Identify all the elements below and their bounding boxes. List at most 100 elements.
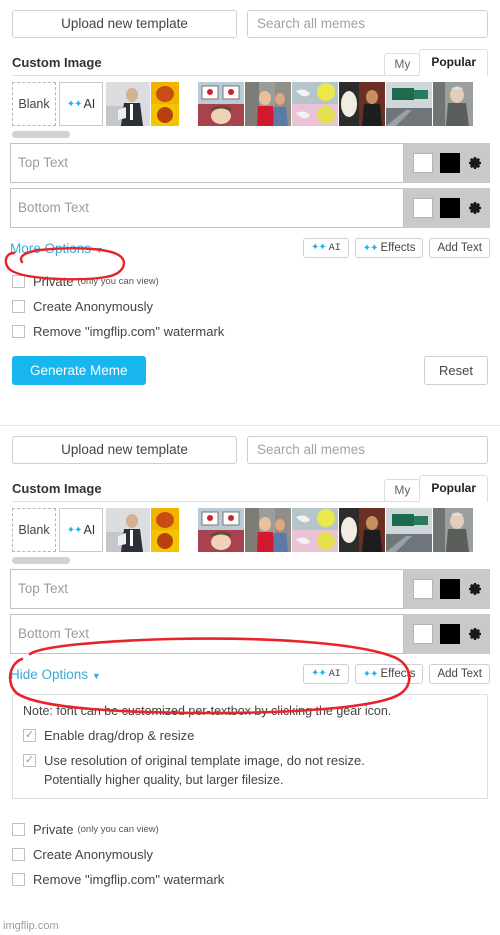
thumbnail-template[interactable]	[198, 82, 244, 126]
checkbox-private[interactable]: Private (only you can view)	[12, 269, 488, 294]
top-text-row: Top Text	[10, 569, 490, 609]
text-outline-color-swatch[interactable]	[440, 153, 460, 173]
gear-icon[interactable]	[467, 155, 483, 171]
checkbox-box[interactable]	[12, 300, 25, 313]
thumbnail-template[interactable]	[339, 508, 385, 552]
page-title: Custom Image	[12, 55, 102, 70]
bottom-text-input[interactable]: Bottom Text	[10, 188, 404, 228]
text-outline-color-swatch[interactable]	[440, 198, 460, 218]
page-title: Custom Image	[12, 481, 102, 496]
top-text-controls	[404, 153, 490, 173]
thumbnail-template[interactable]	[292, 82, 338, 126]
ai-button[interactable]: ✦✦ AI	[302, 238, 349, 258]
checkbox-use-original-resolution[interactable]: ✓ Use resolution of original template im…	[23, 748, 477, 773]
thumbnail-template[interactable]	[151, 508, 179, 552]
toolbar-top: Upload new template Search all memes	[0, 0, 500, 44]
thumbnail-ai-label: AI	[83, 97, 96, 111]
generate-meme-button[interactable]: Generate Meme	[12, 356, 146, 385]
thumbnail-template[interactable]	[433, 82, 473, 126]
hide-options-toggle[interactable]: Hide Options ▼	[10, 667, 101, 682]
thumbnail-scrollbar[interactable]	[12, 131, 488, 138]
thumbnail-blank-label: Blank	[18, 523, 50, 537]
text-tool-buttons: ✦✦ AI ✦✦ Effects Add Text	[302, 238, 490, 258]
template-source-tabs: My Popular	[384, 475, 488, 502]
gear-icon[interactable]	[467, 200, 483, 216]
hide-options-label: Hide Options	[10, 666, 89, 682]
thumbnail-template[interactable]	[292, 508, 338, 552]
upload-new-template-button[interactable]: Upload new template	[12, 436, 237, 464]
sparkle-icon: ✦✦	[310, 243, 327, 254]
search-memes-input[interactable]: Search all memes	[247, 436, 488, 464]
add-text-button[interactable]: Add Text	[429, 664, 490, 684]
checkbox-create-anonymously[interactable]: Create Anonymously	[12, 842, 488, 867]
effects-button[interactable]: ✦✦ Effects	[354, 238, 424, 258]
checkbox-use-original-resolution-sublabel: Potentially higher quality, but larger f…	[44, 773, 284, 787]
text-outline-color-swatch[interactable]	[440, 624, 460, 644]
checkbox-box[interactable]: ✓	[23, 729, 36, 742]
thumbnail-template[interactable]	[339, 82, 385, 126]
thumbnail-blank[interactable]: Blank	[12, 82, 56, 126]
text-fill-color-swatch[interactable]	[413, 153, 433, 173]
add-text-button[interactable]: Add Text	[429, 238, 490, 258]
reset-button[interactable]: Reset	[424, 356, 488, 385]
thumbnail-ai[interactable]: ✦✦ AI	[59, 82, 103, 126]
effects-button[interactable]: ✦✦ Effects	[354, 664, 424, 684]
gear-icon[interactable]	[467, 581, 483, 597]
checkbox-box[interactable]	[12, 873, 25, 886]
checkbox-box[interactable]: ✓	[23, 754, 36, 767]
top-text-input[interactable]: Top Text	[10, 143, 404, 183]
checkbox-enable-drag-drop[interactable]: ✓ Enable drag/drop & resize	[23, 723, 477, 748]
thumbnail-ai[interactable]: ✦✦ AI	[59, 508, 103, 552]
text-fill-color-swatch[interactable]	[413, 624, 433, 644]
top-text-row: Top Text	[10, 143, 490, 183]
thumbnail-template[interactable]	[245, 508, 291, 552]
tab-popular[interactable]: Popular	[419, 475, 488, 502]
checkbox-box[interactable]	[12, 275, 25, 288]
checkbox-create-anonymously[interactable]: Create Anonymously	[12, 294, 488, 319]
checkbox-box[interactable]	[12, 848, 25, 861]
ai-button-label: AI	[328, 668, 341, 680]
checkbox-remove-watermark-label: Remove "imgflip.com" watermark	[33, 324, 225, 339]
ai-button[interactable]: ✦✦ AI	[302, 664, 349, 684]
text-fill-color-swatch[interactable]	[413, 198, 433, 218]
checkbox-private-label: Private	[33, 822, 74, 837]
thumbnail-template[interactable]	[386, 82, 432, 126]
thumbnail-template[interactable]	[106, 82, 150, 126]
template-source-tabs: My Popular	[384, 49, 488, 76]
thumbnail-ai-label: AI	[83, 523, 96, 537]
text-fill-color-swatch[interactable]	[413, 579, 433, 599]
thumbnail-template[interactable]	[151, 82, 179, 126]
thumbnail-scrollbar[interactable]	[12, 557, 488, 564]
more-options-toggle[interactable]: More Options ▼	[10, 241, 104, 256]
chevron-down-icon: ▼	[94, 244, 104, 255]
scrollbar-thumb[interactable]	[12, 557, 70, 564]
template-thumbnail-strip[interactable]: Blank ✦✦ AI	[0, 502, 500, 554]
thumbnail-template[interactable]	[198, 508, 244, 552]
sparkle-icon: ✦✦	[66, 98, 83, 110]
thumbnail-blank[interactable]: Blank	[12, 508, 56, 552]
thumbnail-template[interactable]	[245, 82, 291, 126]
checkbox-box[interactable]	[12, 823, 25, 836]
checkbox-remove-watermark[interactable]: Remove "imgflip.com" watermark	[12, 867, 488, 892]
bottom-text-input[interactable]: Bottom Text	[10, 614, 404, 654]
meme-generator-panel-collapsed: Upload new template Search all memes Cus…	[0, 0, 500, 425]
thumbnail-template[interactable]	[386, 508, 432, 552]
checkbox-private[interactable]: Private (only you can view)	[12, 817, 488, 842]
generate-row: Generate Meme Reset	[12, 356, 488, 385]
checkbox-remove-watermark[interactable]: Remove "imgflip.com" watermark	[12, 319, 488, 344]
template-thumbnail-strip[interactable]: Blank ✦✦ AI	[0, 76, 500, 128]
upload-new-template-button[interactable]: Upload new template	[12, 10, 237, 38]
thumbnail-template[interactable]	[106, 508, 150, 552]
tab-my[interactable]: My	[384, 53, 421, 76]
tab-popular[interactable]: Popular	[419, 49, 488, 76]
bottom-text-row: Bottom Text	[10, 188, 490, 228]
sparkle-icon: ✦✦	[310, 669, 327, 680]
checkbox-box[interactable]	[12, 325, 25, 338]
thumbnail-template[interactable]	[433, 508, 473, 552]
scrollbar-thumb[interactable]	[12, 131, 70, 138]
search-memes-input[interactable]: Search all memes	[247, 10, 488, 38]
gear-icon[interactable]	[467, 626, 483, 642]
text-outline-color-swatch[interactable]	[440, 579, 460, 599]
tab-my[interactable]: My	[384, 479, 421, 502]
top-text-input[interactable]: Top Text	[10, 569, 404, 609]
